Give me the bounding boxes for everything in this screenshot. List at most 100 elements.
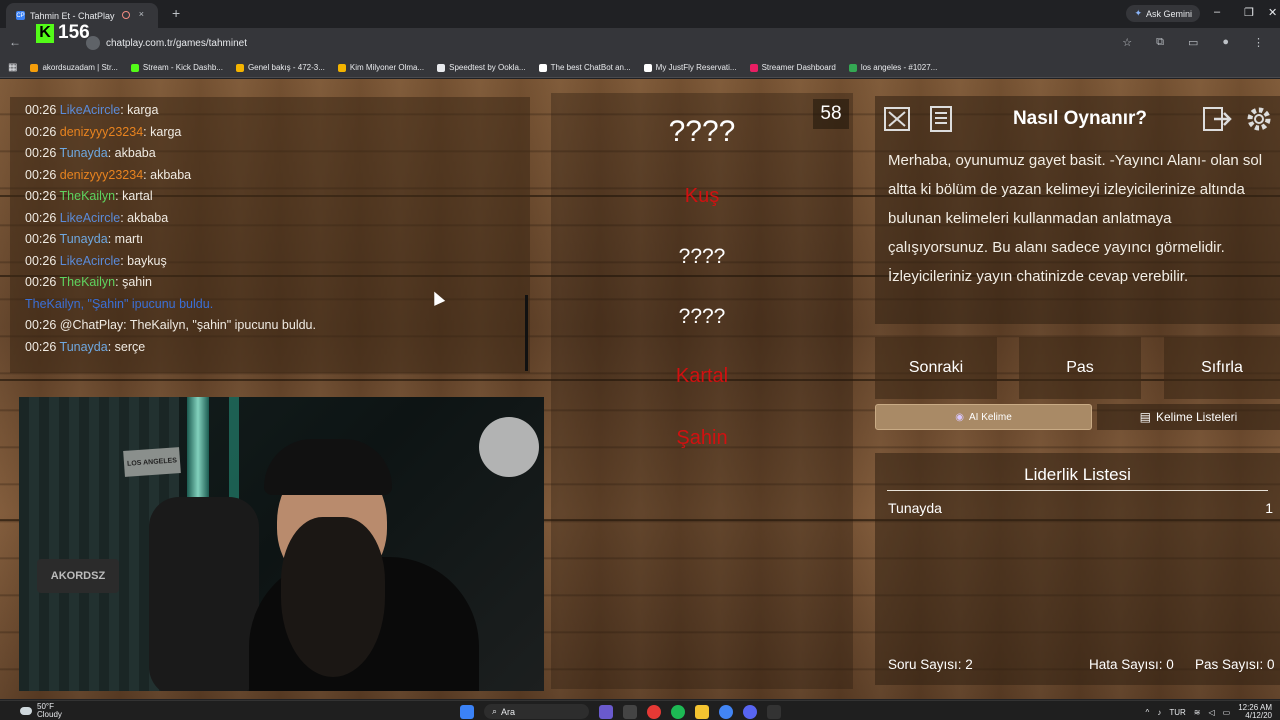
back-arrow-icon[interactable]: ← bbox=[9, 35, 21, 49]
menu-icon[interactable]: ⋮ bbox=[1253, 36, 1264, 49]
reset-button[interactable]: Sıfırla bbox=[1164, 337, 1280, 399]
bookmarks-bar: ▦ akordsuzadam | Str... Stream - Kick Das… bbox=[0, 58, 1280, 78]
chat-username[interactable]: denizyyy23234 bbox=[60, 168, 143, 182]
taskbar-search[interactable]: ⌕ Ara bbox=[484, 704, 589, 719]
list-icon: ▤ bbox=[1139, 410, 1151, 424]
tray-chevron-icon[interactable]: ^ bbox=[1146, 708, 1150, 717]
app-icon[interactable] bbox=[767, 704, 781, 719]
chat-username[interactable]: LikeAcircle bbox=[60, 211, 120, 225]
maximize-button[interactable]: ❐ bbox=[1244, 6, 1254, 19]
bookmark-item[interactable]: Speedtest by Ookla... bbox=[437, 63, 526, 72]
bookmark-label: akordsuzadam | Str... bbox=[42, 63, 118, 72]
chat-timestamp: 00:26 bbox=[25, 146, 57, 160]
leaderboard-panel: Liderlik Listesi Tunayda 1 Soru Sayısı: … bbox=[875, 453, 1280, 685]
discord-icon[interactable] bbox=[743, 704, 757, 719]
streamer-webcam: LOS ANGELES AKORDSZ bbox=[19, 397, 544, 691]
chat-username[interactable]: Tunayda bbox=[60, 232, 108, 246]
bookmark-item[interactable]: Stream - Kick Dashb... bbox=[130, 63, 223, 72]
chat-username[interactable]: Tunayda bbox=[60, 340, 108, 354]
chat-timestamp: 00:26 bbox=[25, 103, 57, 117]
language-indicator[interactable]: TUR bbox=[1169, 708, 1185, 717]
kick-viewer-overlay: K 156 bbox=[36, 22, 90, 44]
chat-message: 00:26 Tunayda: serçe bbox=[25, 337, 530, 359]
chat-text: : serçe bbox=[107, 339, 146, 354]
ask-gemini-button[interactable]: ✦ Ask Gemini bbox=[1126, 5, 1200, 22]
chat-username[interactable]: denizyyy23234 bbox=[60, 125, 143, 139]
close-window-button[interactable]: ✕ bbox=[1268, 6, 1277, 19]
chat-message: 00:26 TheKailyn: şahin bbox=[25, 272, 530, 294]
gaming-chair bbox=[149, 497, 259, 691]
chat-timestamp: 00:26 bbox=[25, 124, 57, 139]
next-button[interactable]: Sonraki bbox=[875, 337, 997, 399]
windows-taskbar: 50°F Cloudy ⌕ Ara ^ ♪ TUR ≋ ◁ ▭ 12:26 AM… bbox=[0, 700, 1280, 720]
chat-text: TheKailyn, "Şahin" ipucunu buldu. bbox=[25, 296, 214, 311]
settings-gear-icon[interactable] bbox=[1243, 104, 1275, 134]
chat-text: : martı bbox=[107, 232, 144, 246]
address-bar-actions: ☆ ⧉ ▭ ● ⋮ bbox=[1122, 36, 1264, 49]
chat-text: @ChatPlay: TheKailyn, "şahin" ipucunu bu… bbox=[59, 318, 316, 332]
revealed-word: Kuş bbox=[684, 185, 720, 207]
bookmark-item[interactable]: Kim Milyoner Olma... bbox=[337, 63, 425, 72]
chat-timestamp: 00:26 bbox=[25, 232, 57, 246]
weather-widget[interactable]: 50°F Cloudy bbox=[20, 703, 62, 719]
apps-grid-icon[interactable]: ▦ bbox=[8, 62, 17, 73]
chat-username[interactable]: TheKailyn bbox=[60, 189, 116, 203]
chat-username[interactable]: LikeAcircle bbox=[60, 254, 120, 268]
app-icon[interactable] bbox=[599, 704, 613, 719]
wifi-icon[interactable]: ≋ bbox=[1194, 708, 1201, 717]
how-to-play-panel: Nasıl Oynanır? Merhaba, oyunumuz gayet b… bbox=[875, 96, 1280, 324]
bookmark-label: Streamer Dashboard bbox=[761, 63, 836, 72]
question-count: Soru Sayısı: 2 bbox=[888, 657, 973, 672]
gemini-label: Ask Gemini bbox=[1145, 8, 1192, 19]
bookmark-item[interactable]: los angeles - #1027... bbox=[848, 63, 937, 72]
chat-username[interactable]: TheKailyn bbox=[60, 275, 116, 289]
bookmark-label: Stream - Kick Dashb... bbox=[142, 63, 223, 72]
minimize-button[interactable]: – bbox=[1214, 6, 1220, 18]
app-icon[interactable] bbox=[647, 704, 661, 719]
bookmark-label: Kim Milyoner Olma... bbox=[349, 63, 425, 72]
chat-username[interactable]: Tunayda bbox=[60, 146, 108, 160]
bookmark-label: My JustFly Reservati... bbox=[655, 63, 737, 72]
chat-text: : karga bbox=[120, 103, 159, 117]
bookmark-star-icon[interactable]: ☆ bbox=[1122, 36, 1132, 49]
bookmark-item[interactable]: My JustFly Reservati... bbox=[643, 63, 737, 72]
tab-close-icon[interactable]: × bbox=[139, 9, 144, 19]
pass-button[interactable]: Pas bbox=[1019, 337, 1141, 399]
bookmark-item[interactable]: akordsuzadam | Str... bbox=[30, 63, 118, 72]
file-explorer-icon[interactable] bbox=[695, 704, 709, 719]
chat-text: : kartal bbox=[115, 189, 153, 203]
chat-username[interactable]: LikeAcircle bbox=[60, 103, 120, 117]
battery-icon[interactable]: ▭ bbox=[1223, 708, 1231, 717]
app-icon[interactable] bbox=[623, 704, 637, 719]
taskbar-search-label: Ara bbox=[501, 706, 516, 717]
chat-scrollbar[interactable] bbox=[525, 295, 528, 371]
spotify-icon[interactable] bbox=[671, 704, 685, 719]
extensions-icon[interactable]: ⧉ bbox=[1156, 36, 1164, 49]
new-tab-button[interactable]: + bbox=[172, 5, 180, 21]
exit-icon[interactable] bbox=[1201, 104, 1233, 134]
weather-condition: Cloudy bbox=[37, 710, 62, 719]
chat-message: 00:26 TheKailyn: kartal bbox=[25, 186, 530, 208]
hidden-word: ???? bbox=[678, 305, 726, 328]
word-column: ???? Kuş???????? Kartal Şahin bbox=[551, 93, 853, 689]
chat-message: 00:26 Tunayda: martı bbox=[25, 229, 530, 251]
gemini-icon: ✦ bbox=[1134, 8, 1142, 18]
tab-word-lists[interactable]: ▤ Kelime Listeleri bbox=[1097, 404, 1280, 430]
bookmark-item[interactable]: Genel bakış - 472-3... bbox=[235, 63, 325, 72]
tab-word-lists-label: Kelime Listeleri bbox=[1155, 410, 1238, 424]
microphone-icon[interactable]: ♪ bbox=[1157, 708, 1161, 717]
profile-icon[interactable]: ● bbox=[1222, 36, 1229, 49]
bookmark-item[interactable]: The best ChatBot an... bbox=[538, 63, 631, 72]
url-field[interactable]: chatplay.com.tr/games/tahminet bbox=[86, 33, 1146, 53]
clock[interactable]: 12:26 AM 4/12/20 bbox=[1238, 704, 1272, 720]
tab-ai-word[interactable]: ◉ AI Kelime bbox=[875, 404, 1092, 430]
chat-message: 00:26 denizyyy23234: akbaba bbox=[25, 165, 530, 187]
volume-icon[interactable]: ◁ bbox=[1208, 708, 1214, 717]
bookmark-item[interactable]: Streamer Dashboard bbox=[749, 63, 836, 72]
chat-message: TheKailyn, "Şahin" ipucunu buldu. bbox=[25, 294, 530, 316]
chrome-icon[interactable] bbox=[719, 704, 733, 719]
system-tray: ^ ♪ TUR ≋ ◁ ▭ 12:26 AM 4/12/20 bbox=[1146, 704, 1272, 720]
side-panel-icon[interactable]: ▭ bbox=[1188, 36, 1198, 49]
windows-start-icon[interactable] bbox=[460, 704, 474, 719]
chatplay-favicon-icon: CP bbox=[16, 11, 25, 20]
